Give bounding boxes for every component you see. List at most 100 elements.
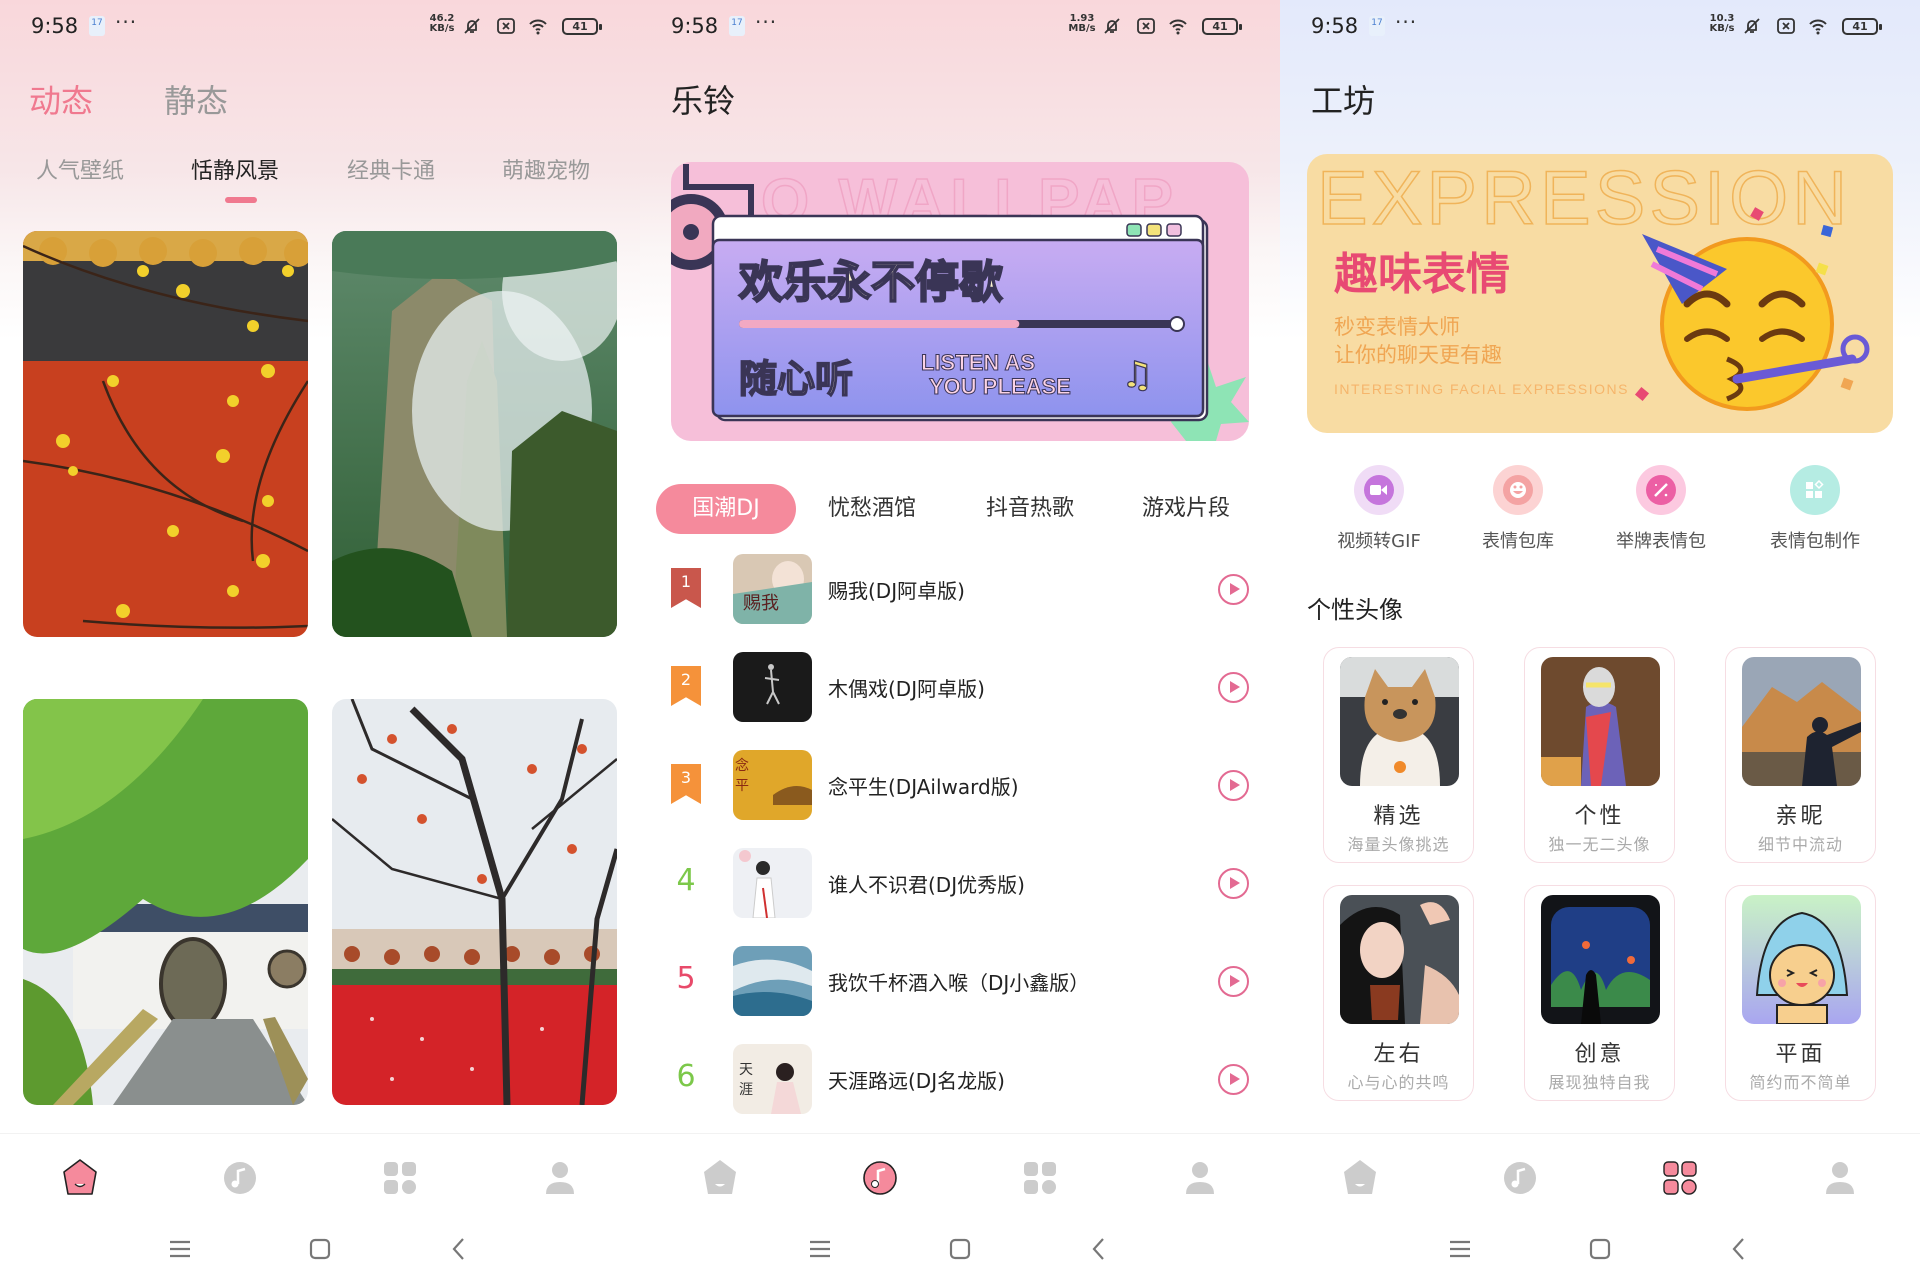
wallpaper-card[interactable] — [332, 231, 617, 637]
promo-banner[interactable]: O WALLPAP 欢乐永不停歇 随心听 LISTEN AS YOU PLEAS… — [671, 162, 1249, 441]
recent-apps-icon[interactable] — [165, 1234, 195, 1264]
wallpaper-card[interactable] — [332, 699, 617, 1105]
wifi-icon — [1169, 19, 1187, 35]
play-button[interactable] — [1218, 966, 1249, 997]
song-cover: 天涯 — [733, 1044, 812, 1114]
nav-music-icon[interactable] — [1498, 1156, 1542, 1200]
avatar-category-card[interactable]: 平面 简约而不简单 — [1725, 885, 1876, 1101]
nav-home-icon[interactable] — [698, 1156, 742, 1200]
tool-sticker-library[interactable]: 表情包库 — [1453, 465, 1583, 553]
network-speed: 1.93 MB/s — [1068, 13, 1096, 34]
avatar-category-card[interactable]: 个性 独一无二头像 — [1524, 647, 1675, 863]
avatar-category-card[interactable]: 亲昵 细节中流动 — [1725, 647, 1876, 863]
nav-profile-icon[interactable] — [1178, 1156, 1222, 1200]
wallpaper-category-tabs: 人气壁纸 恬静风景 经典卡通 萌趣宠物 — [0, 153, 640, 193]
nav-profile-icon[interactable] — [1818, 1156, 1862, 1200]
subtab-cartoon[interactable]: 经典卡通 — [347, 153, 435, 185]
section-title: 个性头像 — [1307, 596, 1403, 624]
tool-label: 表情包库 — [1482, 531, 1554, 552]
clock: 9:58 — [1311, 14, 1359, 38]
song-row[interactable]: 6 天涯 天涯路远(DJ名龙版) — [640, 1039, 1280, 1119]
home-button-icon[interactable] — [945, 1234, 975, 1264]
tab-dynamic[interactable]: 动态 — [29, 76, 93, 122]
nav-profile-icon[interactable] — [538, 1156, 582, 1200]
battery-indicator: 41 — [562, 18, 602, 35]
wallpaper-card[interactable] — [23, 231, 308, 637]
song-row[interactable]: 3 念平 念平生(DJAilward版) — [640, 745, 1280, 825]
avatar-preview — [1742, 657, 1861, 786]
play-button[interactable] — [1218, 1064, 1249, 1095]
song-title: 谁人不识君(DJ优秀版) — [828, 873, 1025, 897]
home-button-icon[interactable] — [1585, 1234, 1615, 1264]
subtab-scenery[interactable]: 恬静风景 — [191, 153, 279, 185]
nav-home-icon[interactable] — [58, 1156, 102, 1200]
rank-badge: 2 — [671, 666, 701, 706]
nav-music-icon[interactable] — [218, 1156, 262, 1200]
song-row[interactable]: 5 我饮千杯酒入喉（DJ小鑫版） — [640, 941, 1280, 1021]
recent-apps-icon[interactable] — [1445, 1234, 1475, 1264]
network-speed: 10.3 KB/s — [1709, 13, 1735, 34]
mute-bell-icon — [1744, 18, 1760, 34]
song-row[interactable]: 1 赐我 赐我(DJ阿卓版) — [640, 549, 1280, 629]
tool-video-to-gif[interactable]: 视频转GIF — [1314, 465, 1444, 553]
avatar-category-card[interactable]: 精选 海量头像挑选 — [1323, 647, 1474, 863]
banner-progress-fill — [739, 320, 1020, 328]
tool-sign-sticker[interactable]: 举牌表情包 — [1596, 465, 1726, 553]
song-title: 木偶戏(DJ阿卓版) — [828, 677, 985, 701]
status-bar: 9:58 17 ··· 10.3 KB/s 41 — [1280, 10, 1920, 44]
no-sim-icon — [497, 18, 515, 34]
more-notifications-icon: ··· — [1395, 10, 1418, 34]
expression-banner[interactable]: EXPRESSION 趣味表情 秒变表情大师 让你的聊天更有趣 INTEREST… — [1307, 154, 1893, 433]
avatar-preview — [1541, 657, 1660, 786]
nav-workshop-icon[interactable] — [1658, 1156, 1702, 1200]
calendar-icon: 17 — [729, 16, 745, 36]
banner-subline: 随心听 — [739, 357, 853, 401]
avatar-category-card[interactable]: 创意 展现独特自我 — [1524, 885, 1675, 1101]
category-tab-guochao-dj[interactable]: 国潮DJ — [656, 484, 796, 534]
play-button[interactable] — [1218, 770, 1249, 801]
status-bar: 9:58 17 ··· 46.2 KB/s 41 — [0, 10, 640, 44]
nav-workshop-icon[interactable] — [1018, 1156, 1062, 1200]
svg-text:天: 天 — [739, 1062, 753, 1078]
tool-sticker-maker[interactable]: 表情包制作 — [1750, 465, 1880, 553]
back-button-icon[interactable] — [1084, 1234, 1114, 1264]
page-title: 乐铃 — [671, 82, 736, 120]
subtab-popular[interactable]: 人气壁纸 — [36, 153, 124, 185]
play-button[interactable] — [1218, 574, 1249, 605]
rank-number: 4 — [676, 863, 696, 898]
avatar-preview — [1340, 657, 1459, 786]
subtab-pets[interactable]: 萌趣宠物 — [502, 153, 590, 185]
recent-apps-icon[interactable] — [805, 1234, 835, 1264]
song-row[interactable]: 2 木偶戏(DJ阿卓版) — [640, 647, 1280, 727]
tab-static[interactable]: 静态 — [164, 76, 228, 122]
wallpaper-card[interactable] — [23, 699, 308, 1105]
avatar-category-title: 亲昵 — [1775, 804, 1826, 829]
magic-wand-icon — [1636, 465, 1686, 515]
back-button-icon[interactable] — [1724, 1234, 1754, 1264]
play-button[interactable] — [1218, 868, 1249, 899]
avatar-category-title: 个性 — [1574, 804, 1625, 829]
nav-workshop-icon[interactable] — [378, 1156, 422, 1200]
clock: 9:58 — [671, 14, 719, 38]
back-button-icon[interactable] — [444, 1234, 474, 1264]
category-tab-douyin-hits[interactable]: 抖音热歌 — [986, 484, 1074, 534]
nav-home-icon[interactable] — [1338, 1156, 1382, 1200]
nav-music-icon[interactable] — [858, 1156, 902, 1200]
rank-badge: 3 — [671, 764, 701, 804]
play-button[interactable] — [1218, 672, 1249, 703]
song-row[interactable]: 4 谁人不识君(DJ优秀版) — [640, 843, 1280, 923]
banner-english-2: YOU PLEASE — [929, 374, 1071, 399]
clock: 9:58 — [31, 14, 79, 38]
avatar-preview — [1541, 895, 1660, 1024]
bottom-navigation — [1280, 1133, 1920, 1280]
song-cover — [733, 946, 812, 1016]
category-tab-sad-tavern[interactable]: 忧愁酒馆 — [828, 484, 916, 534]
avatar-category-subtitle: 独一无二头像 — [1548, 835, 1651, 854]
home-button-icon[interactable] — [305, 1234, 335, 1264]
svg-text:涯: 涯 — [739, 1082, 753, 1098]
tool-label: 视频转GIF — [1337, 531, 1421, 552]
category-tab-game-clips[interactable]: 游戏片段 — [1142, 484, 1230, 534]
wallpaper-image — [23, 231, 308, 637]
avatar-category-card[interactable]: 左右 心与心的共鸣 — [1323, 885, 1474, 1101]
status-bar: 9:58 17 ··· 1.93 MB/s 41 — [640, 10, 1280, 44]
